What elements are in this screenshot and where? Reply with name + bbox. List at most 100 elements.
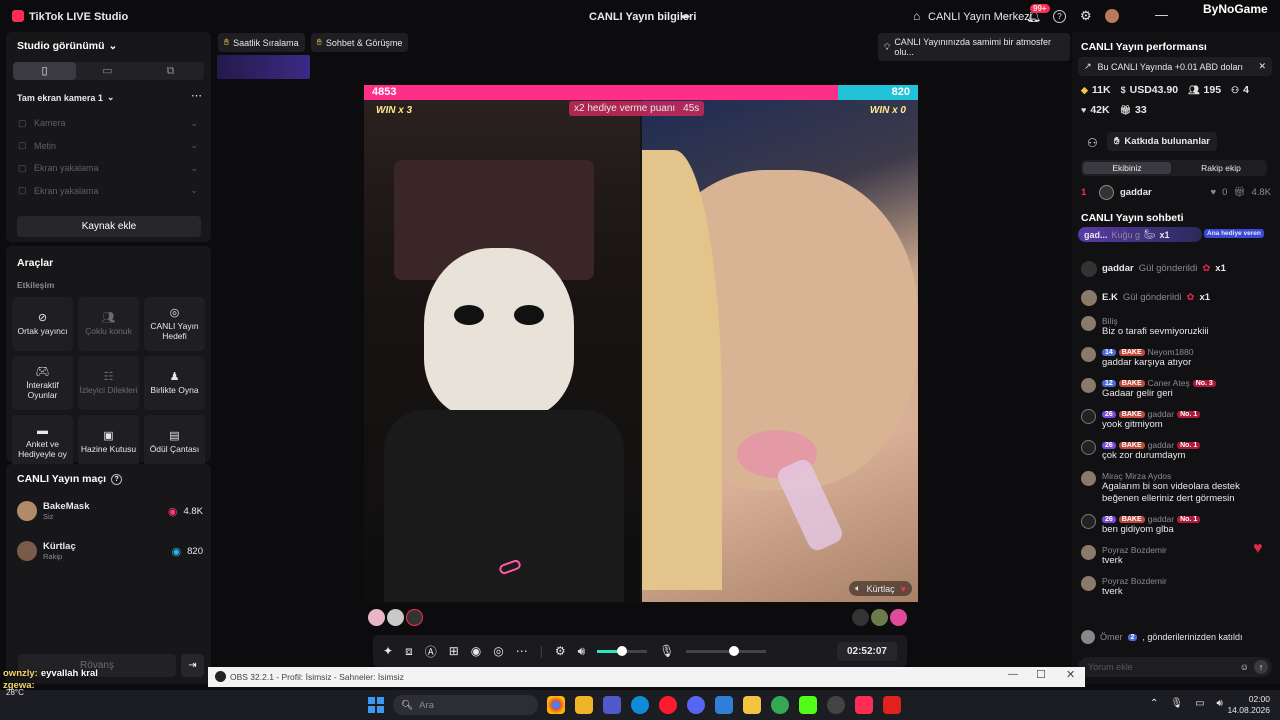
portrait-mode-icon[interactable]: ▯ (13, 62, 76, 80)
kick-icon[interactable] (799, 696, 817, 714)
avatar[interactable] (1105, 9, 1119, 23)
mic-knob[interactable] (729, 645, 740, 656)
clock[interactable]: 02:00 14.08.2026 (1222, 694, 1270, 716)
chrome-active-icon[interactable] (771, 696, 789, 714)
folder-icon[interactable] (743, 696, 761, 714)
speaker-icon[interactable]: 🔊︎ (578, 644, 586, 659)
tool-play-together[interactable]: ♟ Birlikte Oyna (144, 356, 205, 410)
tool-gamepad[interactable]: 🎮︎ İnteraktif Oyunlar (12, 356, 73, 410)
send-icon[interactable]: ↑ (1254, 660, 1268, 674)
gifter-avatar[interactable] (368, 609, 385, 626)
chat-message[interactable]: 26 BAKE gaddar No. 1 çok zor durumdaym (1081, 440, 1273, 462)
tip-chip[interactable]: 💡︎ CANLI Yayınınızda samimi bir atmosfer … (878, 33, 1070, 61)
tool-poll[interactable]: ▬ Anket ve Hediyeyle oy (12, 415, 73, 469)
emoji-icon[interactable]: ☺ (1240, 662, 1249, 672)
chip-1[interactable]: ✋︎ Sohbet & Görüşme (310, 33, 409, 52)
volume-slider[interactable] (597, 645, 648, 656)
help-icon[interactable]: ? (111, 473, 123, 485)
magic-wand-icon[interactable]: ✦ (383, 644, 393, 658)
music-banner[interactable] (217, 55, 310, 79)
gifter-avatar[interactable] (890, 609, 907, 626)
discord-icon[interactable] (687, 696, 705, 714)
tab-our-team[interactable]: Ekibiniz (1083, 162, 1171, 174)
tool-reward-bag[interactable]: ▤ Ödül Çantası (144, 415, 205, 469)
chat-message[interactable]: Poyraz Bozdemir tverk (1081, 576, 1273, 598)
live-center-link[interactable]: CANLI Yayın Merkezi (928, 11, 1032, 23)
tiktok-icon[interactable] (855, 696, 873, 714)
gifter-avatar[interactable] (871, 609, 888, 626)
close-icon[interactable]: ✕ (1258, 61, 1266, 72)
tool-link[interactable]: ⊘ Ortak yayıncı (12, 297, 73, 351)
obs-icon[interactable] (827, 696, 845, 714)
opera-icon[interactable] (659, 696, 677, 714)
top-contributor-row[interactable]: 1 gaddar ♥ 0 🎁︎ 4.8K (1081, 185, 1271, 200)
mic-slider[interactable] (686, 645, 767, 656)
gifter-avatar[interactable] (406, 609, 423, 626)
landscape-mode-icon[interactable]: ▭ (76, 62, 139, 80)
source-item[interactable]: ▢ Metin ⌄ (18, 135, 198, 158)
chevron-down-icon[interactable]: ⌄ (190, 140, 198, 151)
add-media-icon[interactable]: ⊞ (449, 644, 459, 658)
edge-icon[interactable] (631, 696, 649, 714)
effects-icon[interactable]: ⧈ (405, 644, 413, 659)
chrome-icon[interactable] (547, 696, 565, 714)
chat-message[interactable]: Miraç Mirza Aydos Agalarım bi son videola… (1081, 471, 1273, 505)
scene-selector[interactable]: Tam ekran kamera 1 ⌄ (17, 92, 114, 103)
more-icon[interactable]: ⋯ (191, 89, 202, 102)
chat-message[interactable]: Poyraz Bozdemir tverk (1081, 545, 1273, 567)
help-icon[interactable]: ? (1053, 10, 1066, 23)
source-item[interactable]: ▢ Ekran yakalama ⌄ (18, 157, 198, 180)
tool-treasure[interactable]: ▣ Hazine Kutusu (78, 415, 139, 469)
windows-start-icon[interactable] (368, 697, 384, 713)
chip-0[interactable]: ✋︎ Saatlik Sıralama (218, 33, 305, 52)
weather-widget[interactable]: 28°C (6, 688, 24, 697)
studio-view-dropdown[interactable]: Studio görünümü ⌄ (17, 40, 117, 52)
gifter-avatar[interactable] (852, 609, 869, 626)
chat-message[interactable]: 14 BAKE Neyom1880 gaddar karşıya atıyor (1081, 347, 1273, 369)
multi-layout-icon[interactable]: ⧉ (139, 62, 202, 80)
gifter-avatar[interactable] (387, 609, 404, 626)
home-icon[interactable]: ⌂ (913, 9, 920, 23)
chevron-down-icon[interactable]: ⌄ (190, 185, 198, 196)
chat-message[interactable]: 12 BAKE Caner Ateş No. 3 Gadaar gelir geri (1081, 378, 1273, 400)
maximize-icon[interactable]: ☐ (1036, 668, 1046, 681)
teams-icon[interactable] (603, 696, 621, 714)
tab-rival-team[interactable]: Rakip ekip (1177, 162, 1265, 174)
add-source-button[interactable]: Kaynak ekle (17, 216, 201, 237)
more-icon[interactable]: ⋯ (516, 644, 528, 658)
contributors-button[interactable]: ✋︎ Katkıda bulunanlar (1107, 132, 1217, 151)
close-icon[interactable]: ✕ (1066, 668, 1075, 681)
mic-icon[interactable]: 🎙︎ (659, 644, 674, 658)
network-icon[interactable]: ▭ (1195, 698, 1204, 709)
mail-icon[interactable] (715, 696, 733, 714)
chevron-down-icon[interactable]: ⌄ (190, 163, 198, 174)
taskbar-search[interactable]: 🔍︎ Ara (393, 695, 538, 715)
source-item[interactable]: ▢ Ekran yakalama ⌄ (18, 180, 198, 203)
opponent-tag[interactable]: 🔈︎ Kürtlaç ♥ (849, 581, 912, 596)
comment-box[interactable]: Yorum ekle ☺ ↑ (1078, 657, 1272, 677)
youtube-icon[interactable] (883, 696, 901, 714)
user-add-icon[interactable]: ⚇ (1087, 136, 1098, 150)
chat-message[interactable]: 26 BAKE gaddar No. 1 ben gidiyom glba (1081, 514, 1273, 536)
minimize-icon[interactable]: — (1155, 7, 1168, 22)
scan-icon[interactable]: ◎ (493, 644, 503, 658)
tool-target[interactable]: ◎ CANLI Yayın Hedefi (144, 297, 205, 351)
minimize-icon[interactable]: — (1008, 669, 1018, 680)
player-row[interactable]: Kürtlaç Rakip ◉ 820 (17, 534, 207, 568)
mixer-icon[interactable]: ⚙ (555, 644, 566, 658)
share-icon[interactable]: ➦ (681, 10, 690, 23)
file-explorer-icon[interactable] (575, 696, 593, 714)
gear-icon[interactable]: ⚙ (1080, 8, 1092, 24)
chevron-up-icon[interactable]: ⌃ (1150, 698, 1158, 709)
player-row[interactable]: BakeMask Siz ◉ 4.8K (17, 494, 207, 528)
source-item[interactable]: ▢ Kamera ⌄ (18, 112, 198, 135)
chat-message[interactable]: 26 BAKE gaddar No. 1 yook gitmiyom (1081, 409, 1273, 431)
chat-message[interactable]: Biliş Biz o tarafi sevmiyoruzkiii (1081, 316, 1273, 338)
record-icon[interactable]: ◉ (471, 644, 481, 658)
chevron-down-icon[interactable]: ⌄ (190, 118, 198, 129)
tool-wish[interactable]: ☷ İzleyici Dilekleri (78, 356, 139, 410)
volume-knob[interactable] (617, 645, 628, 656)
tool-users[interactable]: 👥︎ Çoklu konuk (78, 297, 139, 351)
ai-icon[interactable]: Ⓐ (425, 643, 437, 660)
mic-tray-icon[interactable]: 🎙︎ (1170, 698, 1183, 709)
